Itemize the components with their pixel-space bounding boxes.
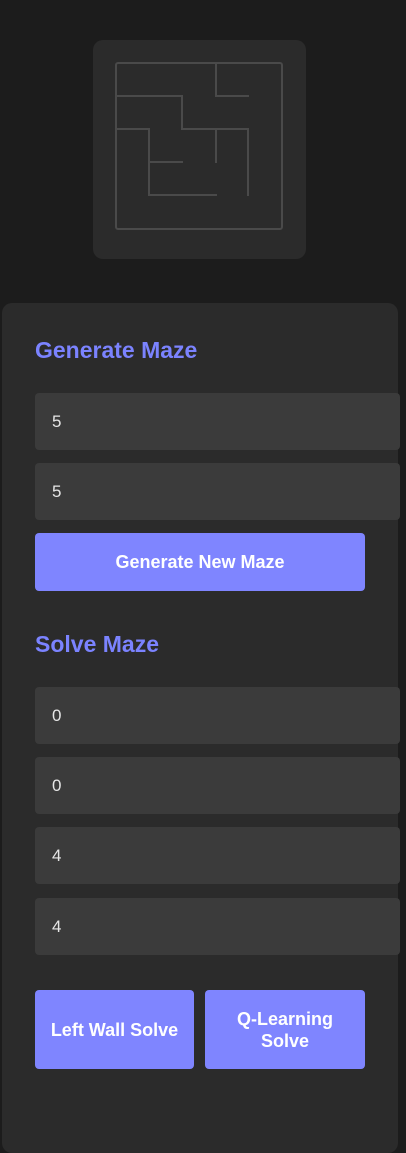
end-y-input[interactable]	[35, 898, 400, 955]
start-x-input[interactable]	[35, 687, 400, 744]
solve-maze-heading: Solve Maze	[35, 631, 159, 657]
left-wall-solve-button[interactable]: Left Wall Solve	[35, 990, 194, 1069]
maze-display	[93, 40, 306, 259]
q-learning-solve-button[interactable]: Q-Learning Solve	[205, 990, 365, 1069]
maze-outer-wall	[115, 62, 283, 230]
control-panel: Generate Maze Generate New Maze Solve Ma…	[2, 303, 400, 1153]
generate-maze-button[interactable]: Generate New Maze	[35, 533, 365, 591]
start-y-input[interactable]	[35, 757, 400, 814]
maze-rows-input[interactable]	[35, 393, 400, 450]
maze-cols-input[interactable]	[35, 463, 400, 520]
generate-maze-heading: Generate Maze	[35, 337, 198, 363]
end-x-input[interactable]	[35, 827, 400, 884]
maze-grid	[115, 62, 283, 230]
